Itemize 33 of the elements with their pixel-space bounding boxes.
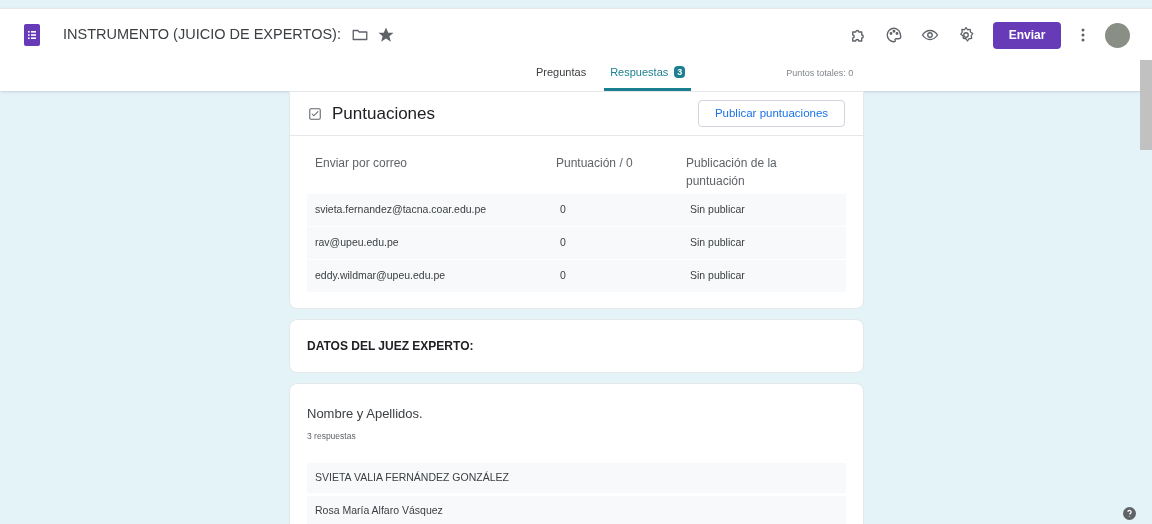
help-icon[interactable] xyxy=(1123,507,1136,520)
answer-row: Rosa María Alfaro Vásquez xyxy=(307,496,846,524)
scrollbar[interactable] xyxy=(1140,60,1152,150)
publish-scores-button[interactable]: Publicar puntuaciones xyxy=(698,100,845,127)
answer-row: SVIETA VALIA FERNÁNDEZ GONZÁLEZ xyxy=(307,463,846,494)
table-cell-text: Sin publicar xyxy=(689,268,746,284)
more-icon[interactable] xyxy=(1081,28,1085,42)
tab[interactable]: Preguntas xyxy=(530,63,593,91)
question-title: Nombre y Apellidos. xyxy=(307,405,424,423)
total-points: Puntos totales: 0 xyxy=(786,66,854,80)
send-button[interactable]: Enviar xyxy=(993,21,1061,49)
palette-icon[interactable] xyxy=(885,26,903,44)
table-cell-text: 0 xyxy=(559,268,567,284)
star-icon[interactable] xyxy=(376,26,395,44)
table-cell-text: eddy.wildmar@upeu.edu.pe xyxy=(315,268,447,284)
count-badge: 3 xyxy=(674,65,686,78)
table-cell-text: 0 xyxy=(559,235,567,251)
column-header: Enviar por correo xyxy=(315,155,409,172)
forms-logo-icon[interactable] xyxy=(24,24,40,46)
card-title: Puntuaciones xyxy=(332,102,436,125)
settings-icon[interactable] xyxy=(957,26,975,44)
form-title[interactable]: INSTRUMENTO (JUICIO DE EXPERTOS): xyxy=(63,24,341,46)
avatar[interactable] xyxy=(1105,22,1130,48)
table-cell-text: 0 xyxy=(559,202,567,218)
section-title: DATOS DEL JUEZ EXPERTO: xyxy=(307,338,474,355)
checkbox-icon xyxy=(308,106,322,121)
table-cell-text: Sin publicar xyxy=(689,235,746,251)
table-cell-text: rav@upeu.edu.pe xyxy=(315,235,400,251)
table-cell-text: svieta.fernandez@tacna.coar.edu.pe xyxy=(315,202,488,218)
column-header: Publicación de la puntuación xyxy=(686,155,778,190)
column-header: Puntuación / 0 xyxy=(556,155,634,172)
response-count: 3 respuestas xyxy=(307,429,357,443)
table-cell-text: Sin publicar xyxy=(689,202,746,218)
